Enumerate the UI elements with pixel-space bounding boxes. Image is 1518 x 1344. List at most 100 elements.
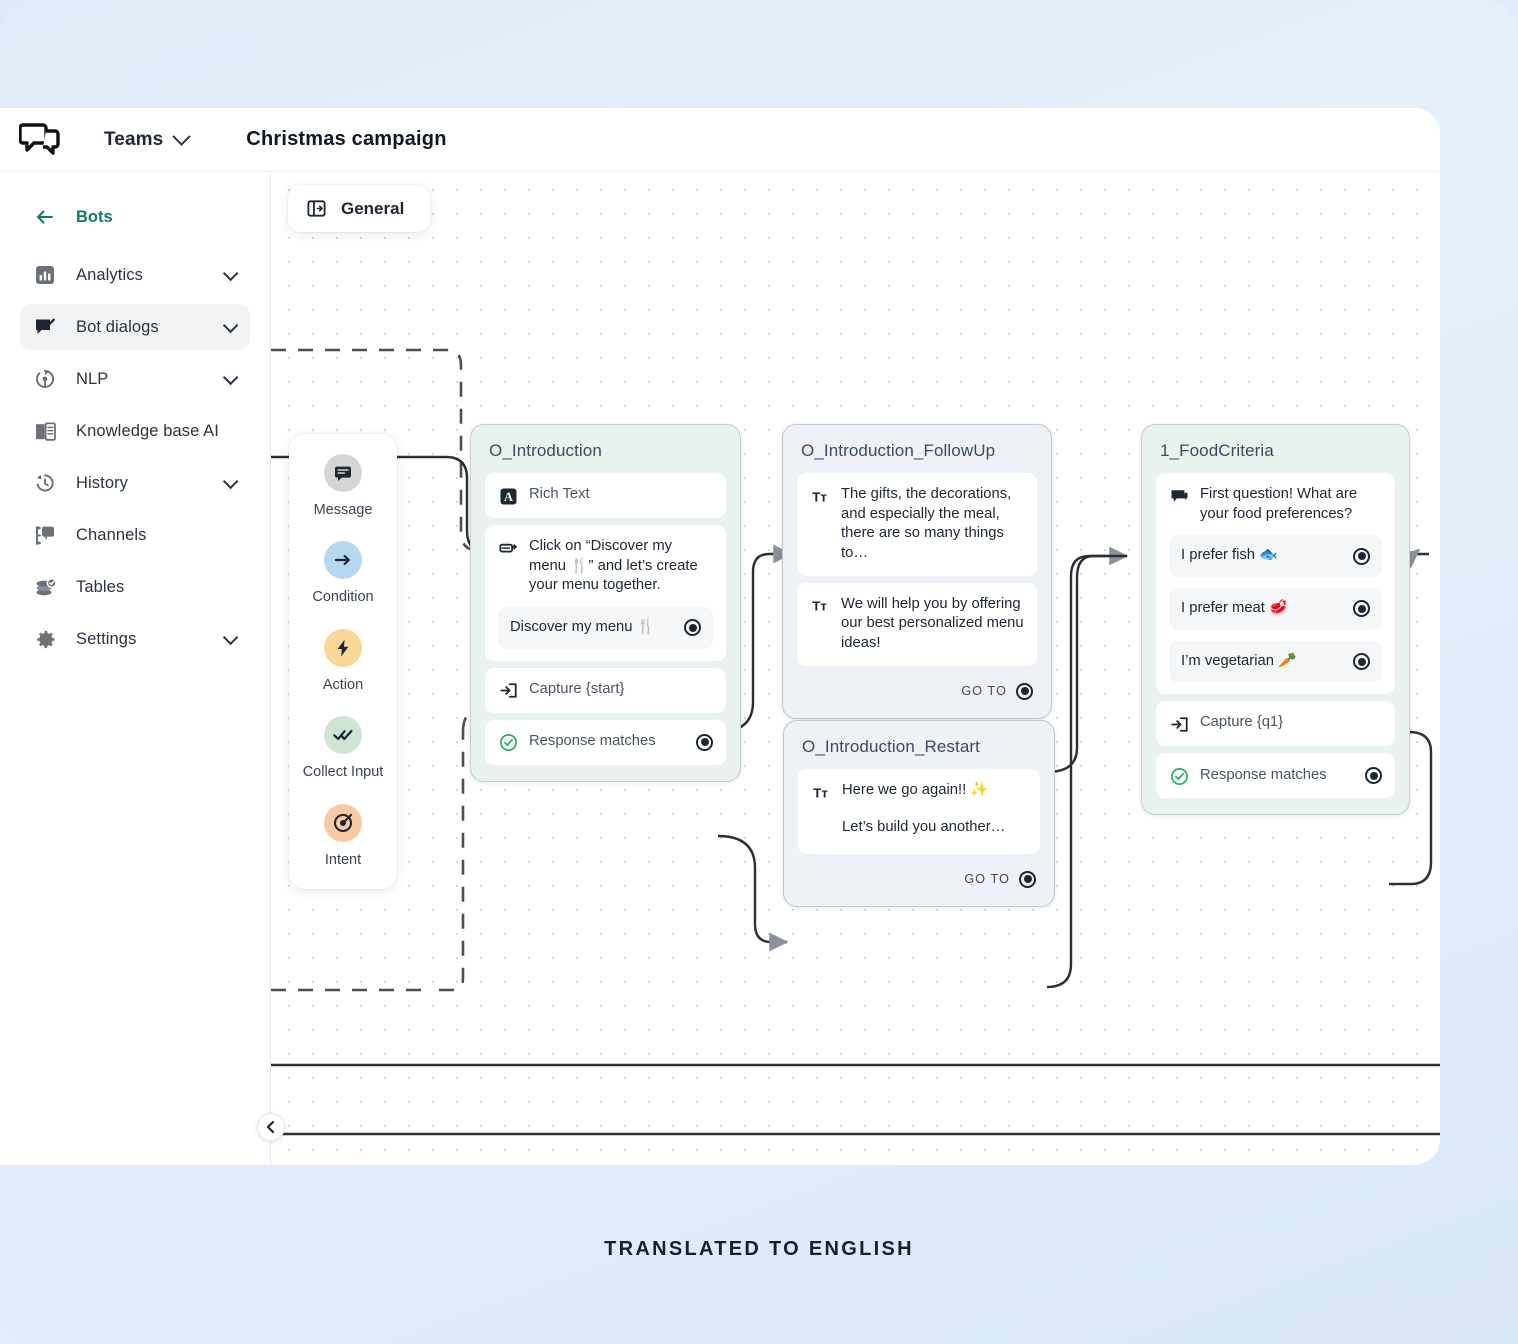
sidebar-item-label: History — [76, 473, 129, 492]
top-bar: Teams Christmas campaign — [0, 108, 1440, 172]
palette-item-collect-input[interactable]: Collect Input — [289, 716, 397, 783]
output-handle[interactable] — [1365, 767, 1382, 785]
check-circle-icon — [498, 733, 518, 753]
chevron-left-icon — [266, 1120, 275, 1134]
sidebar-item-nlp[interactable]: NLP — [20, 356, 250, 402]
arrow-left-icon — [32, 204, 58, 230]
svg-text:A: A — [503, 490, 512, 504]
analytics-icon — [32, 262, 58, 288]
palette-item-label: Condition — [312, 589, 374, 606]
node-block-text-message[interactable]: Tт Here we go again!! ✨ Let’s build you … — [798, 769, 1040, 854]
sidebar-back-label: Bots — [76, 207, 113, 226]
goto-row[interactable]: GO TO — [798, 861, 1040, 890]
chat-bubbles-logo[interactable] — [18, 118, 62, 162]
quick-reply-icon — [498, 538, 518, 558]
sidebar-back-to-bots[interactable]: Bots — [20, 196, 250, 238]
palette-item-label: Action — [322, 676, 364, 693]
sidebar-item-label: Tables — [76, 577, 125, 596]
sidebar-item-history[interactable]: History — [20, 460, 250, 506]
quick-reply-option[interactable]: Discover my menu 🍴 — [498, 607, 713, 649]
bot-dialogs-icon — [32, 314, 58, 340]
panel-layout-icon — [306, 198, 327, 219]
node-title: 1_FoodCriteria — [1160, 441, 1274, 460]
rich-text-icon: A — [498, 486, 518, 506]
output-handle[interactable] — [696, 733, 713, 751]
sidebar-item-analytics[interactable]: Analytics — [20, 252, 250, 298]
node-block-quick-reply[interactable]: Click on “Discover my menu 🍴” and let’s … — [485, 525, 726, 661]
sidebar-item-label: Analytics — [76, 265, 143, 284]
capture-icon — [1169, 714, 1189, 734]
output-handle[interactable] — [684, 619, 701, 637]
node-block-capture[interactable]: Capture {start} — [485, 667, 726, 713]
tab-general[interactable]: General — [288, 185, 431, 232]
channels-icon — [32, 522, 58, 548]
goto-row[interactable]: GO TO — [797, 673, 1037, 702]
question-bubble-icon — [1169, 486, 1189, 506]
node-title: O_Introduction_FollowUp — [801, 441, 996, 460]
palette-item-intent[interactable]: Intent — [289, 803, 397, 871]
node-block-label: Response matches — [1200, 767, 1327, 784]
node-block-response-matches[interactable]: Response matches — [485, 719, 726, 765]
node-block-capture[interactable]: Capture {q1} — [1156, 701, 1395, 747]
node-block-rich-text[interactable]: A Rich Text — [485, 473, 726, 518]
sidebar-item-label: Settings — [76, 629, 137, 648]
node-block-text-message[interactable]: Tт The gifts, the decorations, and espec… — [797, 473, 1037, 576]
text-format-icon: Tт — [810, 596, 830, 616]
quick-reply-option-label: Discover my menu 🍴 — [510, 619, 656, 636]
node-palette: Message Condition Action Collect Input I… — [289, 434, 397, 890]
capture-icon — [498, 681, 518, 701]
output-handle[interactable] — [1019, 870, 1036, 888]
chevron-down-icon — [222, 369, 239, 385]
sidebar-item-tables[interactable]: Tables — [20, 564, 250, 610]
choice-option[interactable]: I prefer meat 🥩 — [1169, 588, 1382, 630]
palette-item-action[interactable]: Action — [289, 628, 397, 696]
collapse-panel-button[interactable] — [257, 1113, 285, 1141]
chevron-down-icon — [222, 629, 239, 645]
palette-item-label: Intent — [324, 851, 362, 868]
lightning-icon — [324, 628, 362, 667]
svg-text:Tт: Tт — [813, 785, 828, 800]
node-1-foodcriteria[interactable]: 1_FoodCriteria First question! What are … — [1141, 424, 1410, 816]
svg-text:Tт: Tт — [812, 489, 827, 504]
output-handle[interactable] — [1353, 600, 1370, 618]
svg-text:Tт: Tт — [812, 598, 827, 613]
choice-option[interactable]: I’m vegetarian 🥕 — [1169, 640, 1382, 683]
sidebar-item-channels[interactable]: Channels — [20, 512, 250, 558]
arrow-right-icon — [324, 541, 362, 580]
sidebar-item-bot-dialogs[interactable]: Bot dialogs — [20, 304, 250, 350]
app-window: Teams Christmas campaign Bots Analytics … — [0, 108, 1440, 1165]
choice-option[interactable]: I prefer fish 🐟 — [1169, 535, 1382, 578]
choice-option-label: I prefer fish 🐟 — [1181, 547, 1278, 564]
node-block-text-secondary: Let’s build you another… — [842, 819, 1006, 835]
check-circle-icon — [1169, 766, 1189, 786]
sidebar-item-label: Knowledge base AI — [76, 421, 219, 440]
output-handle[interactable] — [1016, 682, 1033, 700]
chevron-down-icon — [222, 473, 239, 489]
node-o-introduction[interactable]: O_Introduction A Rich Text Click on “Dis… — [470, 424, 741, 782]
sidebar-item-knowledge-base-ai[interactable]: Knowledge base AI — [20, 408, 250, 454]
node-o-introduction-restart[interactable]: O_Introduction_Restart Tт Here we go aga… — [783, 720, 1055, 907]
translated-caption: TRANSLATED TO ENGLISH — [604, 1238, 914, 1260]
tables-icon — [32, 574, 58, 600]
node-block-text-message[interactable]: Tт We will help you by offering our best… — [797, 582, 1037, 666]
choice-option-label: I’m vegetarian 🥕 — [1181, 652, 1297, 669]
double-check-icon — [324, 716, 362, 755]
palette-item-condition[interactable]: Condition — [289, 541, 397, 608]
output-handle[interactable] — [1353, 653, 1370, 671]
sidebar-item-label: NLP — [76, 369, 109, 388]
chevron-down-icon — [222, 265, 239, 281]
teams-label: Teams — [104, 128, 164, 150]
node-block-label: Capture {start} — [529, 680, 625, 697]
sidebar-item-settings[interactable]: Settings — [20, 616, 250, 662]
node-o-introduction-followup[interactable]: O_Introduction_FollowUp Tт The gifts, th… — [782, 424, 1052, 719]
node-block-question[interactable]: First question! What are your food prefe… — [1156, 473, 1395, 695]
teams-dropdown[interactable]: Teams — [104, 127, 191, 151]
palette-item-message[interactable]: Message — [289, 454, 397, 521]
tab-general-label: General — [341, 198, 405, 218]
goto-label: GO TO — [961, 684, 1007, 699]
history-icon — [32, 470, 58, 496]
node-block-response-matches[interactable]: Response matches — [1156, 753, 1395, 799]
node-title: O_Introduction_Restart — [802, 737, 980, 756]
node-block-label: Response matches — [529, 733, 656, 750]
output-handle[interactable] — [1353, 547, 1370, 565]
